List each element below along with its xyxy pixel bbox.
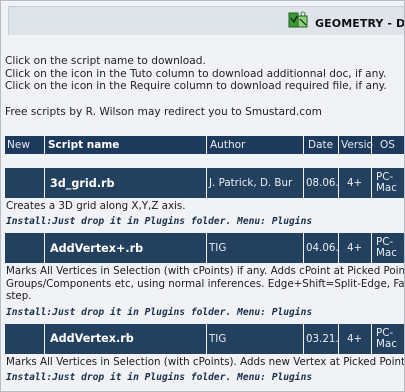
description-line: step.	[6, 290, 32, 303]
description-line: Groups/Components etc, using normal infe…	[6, 277, 405, 290]
version-value: 4+	[347, 242, 363, 255]
install-note: Install:Just drop it in Plugins folder. …	[6, 216, 313, 228]
col-header-name: Script name	[44, 136, 210, 154]
new-cell	[5, 324, 44, 354]
script-name-cell: 3d_grid.rb	[44, 168, 206, 198]
page-header: GEOMETRY - DRA	[8, 6, 405, 35]
script-description: Marks All Vertices in Selection (with cP…	[5, 354, 405, 370]
script-download-link[interactable]: AddVertex.rb	[47, 332, 134, 345]
table-row: AddVertex+.rb TIG 04.06.0 4+ PC- Mac	[5, 233, 404, 264]
description-line: Marks All Vertices in Selection (with cP…	[6, 355, 405, 368]
new-cell	[5, 168, 44, 198]
scripts-table: New Script name Author Date Versio OS 3d…	[5, 136, 405, 389]
script-name-cell: AddVertex.rb	[44, 323, 206, 354]
intro-line: Click on the script name to download.	[5, 55, 206, 67]
date-cell: 08.06.0	[303, 168, 338, 198]
version-cell: 4+	[338, 323, 371, 354]
os-line: Mac	[376, 337, 397, 350]
os-cell: PC- Mac	[371, 168, 404, 198]
col-header-new: New	[7, 139, 30, 151]
intro-line: Click on the icon in the Tuto column to …	[5, 67, 387, 80]
os-line: Mac	[376, 182, 397, 194]
description-line: Marks All Vertices in Selection (with cP…	[6, 265, 405, 278]
os-cell: PC- Mac	[371, 233, 404, 264]
date-cell: 03.21.0	[303, 323, 338, 354]
author-cell: J. Patrick, D. Bur	[206, 168, 303, 198]
install-note: Install:Just drop it in Plugins folder. …	[6, 372, 313, 384]
author-cell: TIG	[206, 233, 303, 264]
col-header-author: Author	[206, 136, 307, 154]
page-title: GEOMETRY - DRA	[315, 17, 405, 30]
page-frame: GEOMETRY - DRA Click on the script name …	[0, 0, 405, 392]
script-download-link[interactable]: AddVertex+.rb	[47, 242, 143, 255]
version-value: 4+	[347, 177, 363, 189]
version-cell: 4+	[338, 168, 371, 198]
version-value: 4+	[347, 332, 363, 345]
table-row: AddVertex.rb TIG 03.21.0 4+ PC- Mac	[5, 323, 404, 354]
description-line: Creates a 3D grid along X,Y,Z axis.	[6, 200, 186, 212]
author-cell: TIG	[206, 323, 303, 354]
table-header-row: New Script name Author Date Versio OS	[5, 136, 404, 154]
os-line: Mac	[376, 247, 397, 260]
os-cell: PC- Mac	[371, 323, 404, 354]
col-header-date: Date	[303, 136, 343, 154]
script-description: Creates a 3D grid along X,Y,Z axis.	[5, 198, 404, 214]
sketchup-geometry-icon	[288, 10, 310, 30]
table-row: 3d_grid.rb J. Patrick, D. Bur 08.06.0 4+…	[5, 168, 404, 198]
intro-line: Click on the icon in the Require column …	[5, 80, 387, 93]
version-cell: 4+	[338, 233, 371, 264]
new-cell	[5, 233, 44, 263]
intro-text: Click on the script name to download. Cl…	[5, 55, 404, 118]
script-description: Marks All Vertices in Selection (with cP…	[5, 263, 405, 304]
install-note: Install:Just drop it in Plugins folder. …	[6, 306, 313, 318]
col-header-version: Versio	[338, 136, 374, 154]
col-header-os: OS	[371, 136, 404, 154]
os-line: PC-	[376, 326, 394, 339]
script-name-cell: AddVertex+.rb	[44, 233, 206, 264]
script-download-link[interactable]: 3d_grid.rb	[47, 177, 115, 190]
intro-line: Free scripts by R. Wilson may redirect y…	[5, 105, 322, 118]
date-cell: 04.06.0	[303, 233, 338, 264]
